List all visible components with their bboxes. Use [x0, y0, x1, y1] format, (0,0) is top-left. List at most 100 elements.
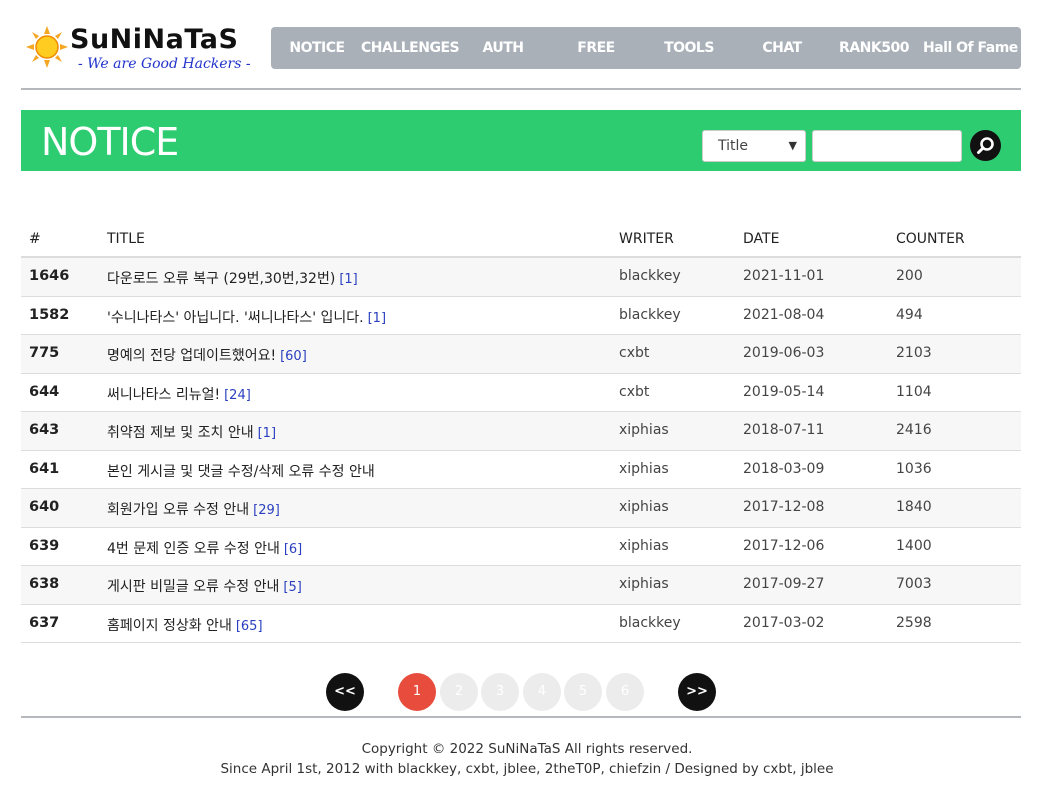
page-banner: NOTICE Title ▼ [21, 110, 1021, 171]
page-6-button[interactable]: 6 [606, 673, 644, 711]
row-title: 명예의 전당 업데이트했어요! [107, 348, 277, 364]
row-date: 2019-06-03 [743, 345, 825, 361]
row-counter: 200 [896, 268, 923, 284]
row-writer: xiphias [619, 422, 669, 438]
row-title-link[interactable]: 게시판 비밀글 오류 수정 안내 [5] [107, 576, 302, 596]
table-row[interactable]: 1646 blackkey 2021-11-01 200 다운로드 오류 복구 (29번… [21, 258, 1021, 297]
row-writer: xiphias [619, 499, 669, 515]
nav-hall-of-fame[interactable]: Hall Of Fame [923, 27, 1018, 69]
row-writer: blackkey [619, 306, 681, 323]
next-page-button[interactable]: >> [678, 673, 716, 711]
header-title: TITLE [107, 231, 145, 247]
row-date: 2017-03-02 [743, 614, 825, 631]
table-row[interactable]: 641 xiphias 2018-03-09 1036 본인 게시글 및 댓글 수정/삭… [21, 451, 1021, 489]
row-num: 643 [29, 422, 60, 438]
page-1-button[interactable]: 1 [398, 673, 436, 711]
row-title-link[interactable]: 4번 문제 인증 오류 수정 안내 [6] [107, 538, 302, 558]
chevron-down-icon: ▼ [788, 139, 797, 152]
row-title-link[interactable]: 본인 게시글 및 댓글 수정/삭제 오류 수정 안내 [107, 461, 375, 481]
row-num: 775 [29, 345, 60, 361]
table-body: 1646 blackkey 2021-11-01 200 다운로드 오류 복구 (29번… [21, 258, 1021, 643]
table-row[interactable]: 639 xiphias 2017-12-06 1400 4번 문제 인증 오류 수정 안… [21, 528, 1021, 566]
row-counter: 7003 [896, 576, 932, 592]
row-title-link[interactable]: 써니나타스 리뉴얼! [24] [107, 384, 251, 404]
prev-page-button[interactable]: << [326, 673, 364, 711]
header-num: # [29, 231, 41, 247]
row-writer: xiphias [619, 537, 669, 554]
nav-challenges[interactable]: CHALLENGES [361, 27, 460, 69]
row-date: 2017-09-27 [743, 576, 825, 592]
row-title: 다운로드 오류 복구 (29번,30번,32번) [107, 271, 336, 287]
page-3-button[interactable]: 3 [481, 673, 519, 711]
main-nav: NOTICE CHALLENGES AUTH FREE TOOLS CHAT R… [271, 27, 1021, 69]
row-comment-count: [29] [253, 503, 280, 518]
logo-title: SuNiNaTaS [70, 24, 239, 55]
row-writer: xiphias [619, 576, 669, 592]
row-date: 2017-12-08 [743, 499, 825, 515]
table-row[interactable]: 644 cxbt 2019-05-14 1104 써니나타스 리뉴얼! [24] [21, 374, 1021, 412]
pagination: << 1 2 3 4 5 6 >> [0, 673, 1054, 711]
nav-notice[interactable]: NOTICE [283, 27, 351, 69]
row-comment-count: [1] [339, 272, 358, 287]
row-title: 회원가입 오류 수정 안내 [107, 502, 250, 518]
row-date: 2017-12-06 [743, 537, 825, 554]
row-date: 2018-07-11 [743, 422, 825, 438]
row-num: 638 [29, 576, 60, 592]
header-counter: COUNTER [896, 231, 965, 247]
nav-free[interactable]: FREE [563, 27, 629, 69]
search-input[interactable] [812, 130, 962, 162]
row-writer: xiphias [619, 460, 669, 477]
row-counter: 494 [896, 306, 923, 323]
table-row[interactable]: 775 cxbt 2019-06-03 2103 명예의 전당 업데이트했어요! [60] [21, 335, 1021, 374]
nav-auth[interactable]: AUTH [469, 27, 537, 69]
nav-rank500[interactable]: RANK500 [837, 27, 911, 69]
row-counter: 1400 [896, 537, 932, 554]
row-title-link[interactable]: 다운로드 오류 복구 (29번,30번,32번) [1] [107, 268, 358, 288]
row-num: 1582 [29, 306, 70, 323]
row-date: 2021-11-01 [743, 268, 825, 284]
search-button[interactable] [970, 130, 1001, 161]
row-num: 1646 [29, 268, 70, 284]
table-row[interactable]: 638 xiphias 2017-09-27 7003 게시판 비밀글 오류 수정 안내… [21, 566, 1021, 605]
row-date: 2018-03-09 [743, 460, 825, 477]
nav-chat[interactable]: CHAT [749, 27, 815, 69]
nav-tools[interactable]: TOOLS [657, 27, 721, 69]
footer-divider [21, 716, 1021, 718]
row-num: 637 [29, 614, 60, 631]
search-field-select[interactable]: Title ▼ [702, 130, 806, 162]
row-title-link[interactable]: 홈페이지 정상화 안내 [65] [107, 615, 263, 635]
sun-logo-icon [26, 26, 68, 68]
site-footer: Copyright © 2022 SuNiNaTaS All rights re… [0, 739, 1054, 779]
row-writer: cxbt [619, 383, 650, 400]
row-writer: blackkey [619, 614, 681, 631]
page-title: NOTICE [41, 120, 179, 164]
row-comment-count: [65] [235, 618, 263, 634]
table-row[interactable]: 643 xiphias 2018-07-11 2416 취약점 제보 및 조치 안내 [1… [21, 412, 1021, 451]
table-row[interactable]: 1582 blackkey 2021-08-04 494 '수니나타스' 아닙니다. '… [21, 297, 1021, 335]
page-2-button[interactable]: 2 [440, 673, 478, 711]
row-date: 2019-05-14 [743, 383, 825, 400]
row-comment-count: [24] [224, 387, 251, 403]
row-title-link[interactable]: 취약점 제보 및 조치 안내 [1] [107, 422, 276, 442]
table-row[interactable]: 640 xiphias 2017-12-08 1840 회원가입 오류 수정 안내 [29… [21, 489, 1021, 528]
header-date: DATE [743, 231, 780, 247]
page-5-button[interactable]: 5 [564, 673, 602, 711]
row-title: 4번 문제 인증 오류 수정 안내 [107, 540, 280, 557]
row-title: 취약점 제보 및 조치 안내 [107, 425, 254, 441]
row-comment-count: [1] [367, 310, 387, 326]
row-title-link[interactable]: 회원가입 오류 수정 안내 [29] [107, 499, 280, 519]
header-writer: WRITER [619, 231, 674, 247]
row-counter: 2416 [896, 422, 932, 438]
row-title-link[interactable]: 명예의 전당 업데이트했어요! [60] [107, 345, 307, 365]
logo-tagline: - We are Good Hackers - [78, 56, 251, 72]
row-title: 본인 게시글 및 댓글 수정/삭제 오류 수정 안내 [107, 463, 375, 480]
table-row[interactable]: 637 blackkey 2017-03-02 2598 홈페이지 정상화 안내 [65] [21, 605, 1021, 643]
row-title: 홈페이지 정상화 안내 [107, 617, 232, 634]
page-4-button[interactable]: 4 [523, 673, 561, 711]
row-counter: 2598 [896, 614, 932, 631]
site-logo[interactable]: SuNiNaTaS - We are Good Hackers - [26, 24, 251, 74]
row-comment-count: [5] [283, 580, 302, 595]
footer-copyright: Copyright © 2022 SuNiNaTaS All rights re… [361, 741, 693, 757]
row-num: 640 [29, 499, 60, 515]
row-title-link[interactable]: '수니나타스' 아닙니다. '써니나타스' 입니다. [1] [107, 307, 386, 327]
